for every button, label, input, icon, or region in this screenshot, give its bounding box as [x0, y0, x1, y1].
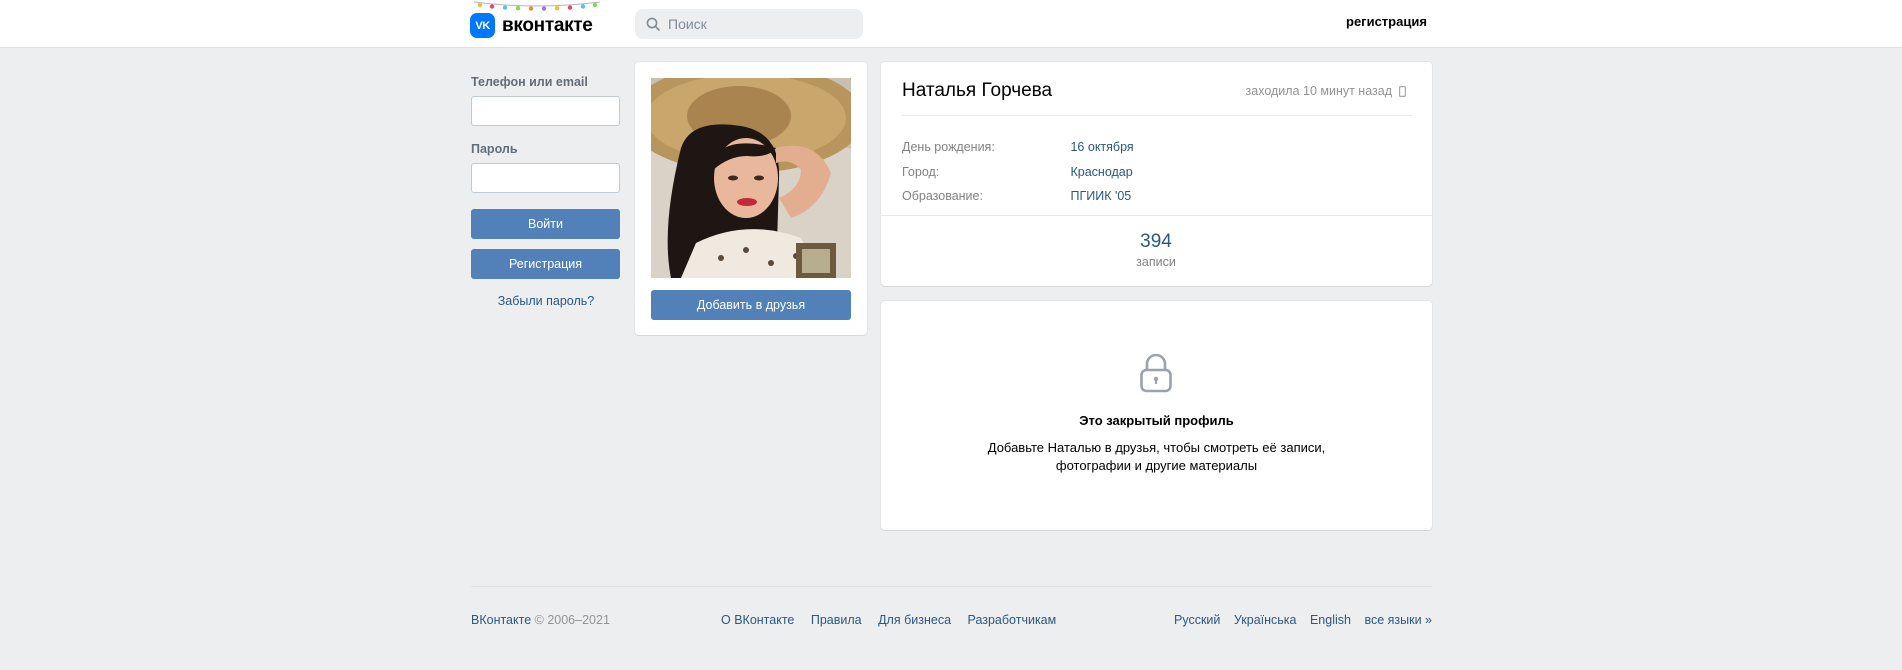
- closed-profile-card: Это закрытый профиль Добавьте Наталью в …: [881, 301, 1432, 530]
- detail-label: Образование:: [902, 189, 983, 203]
- password-label: Пароль: [471, 142, 518, 156]
- detail-row-city: Город: Краснодар: [902, 165, 1133, 179]
- mobile-icon: [1399, 85, 1406, 97]
- vk-logo-text: вконтакте: [502, 14, 593, 36]
- phone-email-field[interactable]: [471, 96, 620, 126]
- garland-decoration: [473, 1, 601, 11]
- detail-label: День рождения:: [902, 140, 995, 154]
- search-icon: [646, 17, 660, 31]
- search-box[interactable]: [635, 9, 863, 39]
- login-button[interactable]: Войти: [471, 209, 620, 239]
- register-button[interactable]: Регистрация: [471, 249, 620, 279]
- posts-counter[interactable]: 394 записи: [1111, 231, 1201, 269]
- detail-value-education[interactable]: ПГИИК '05: [1070, 189, 1131, 203]
- password-field[interactable]: [471, 163, 620, 193]
- last-seen-status: заходила 10 минут назад: [1246, 84, 1406, 98]
- profile-info-card: Наталья Горчева заходила 10 минут назад …: [881, 62, 1432, 286]
- footer-languages: Русский Українська English все языки »: [1164, 613, 1432, 627]
- posts-count: 394: [1140, 231, 1172, 252]
- closed-profile-text: Добавьте Наталью в друзья, чтобы смотрет…: [987, 440, 1326, 473]
- top-header: VK вконтакте регистрация: [0, 0, 1902, 48]
- lock-icon: [1140, 353, 1172, 393]
- lang-ukrainian[interactable]: Українська: [1234, 613, 1297, 627]
- footer-brand-link[interactable]: ВКонтакте: [471, 613, 531, 627]
- lang-all[interactable]: все языки »: [1364, 613, 1432, 627]
- closed-profile-title: Это закрытый профиль: [1079, 413, 1234, 428]
- divider: [881, 215, 1432, 216]
- footer-copyright: ВКонтакте © 2006–2021: [471, 613, 610, 627]
- profile-avatar[interactable]: [651, 78, 851, 278]
- detail-row-birthday: День рождения: 16 октября: [902, 140, 1134, 154]
- profile-name: Наталья Горчева: [902, 80, 1053, 101]
- avatar-photo: [651, 78, 851, 278]
- add-friend-button[interactable]: Добавить в друзья: [651, 290, 851, 320]
- lang-english[interactable]: English: [1310, 613, 1351, 627]
- header-register-link[interactable]: регистрация: [1346, 14, 1427, 29]
- posts-label: записи: [1136, 255, 1176, 269]
- detail-row-education: Образование: ПГИИК '05: [902, 189, 1131, 203]
- lang-russian[interactable]: Русский: [1174, 613, 1220, 627]
- phone-label: Телефон или email: [471, 75, 588, 89]
- footer-divider: [471, 586, 1432, 587]
- footer-link-developers[interactable]: Разработчикам: [968, 613, 1057, 627]
- divider: [902, 115, 1412, 116]
- login-form: Телефон или email Пароль Войти Регистрац…: [471, 75, 621, 308]
- search-input[interactable]: [668, 16, 848, 32]
- detail-label: Город:: [902, 165, 940, 179]
- footer-links: О ВКонтакте Правила Для бизнеса Разработ…: [721, 613, 1069, 627]
- copyright-text: © 2006–2021: [534, 613, 610, 627]
- last-seen-text: заходила 10 минут назад: [1245, 84, 1392, 98]
- footer-link-rules[interactable]: Правила: [811, 613, 862, 627]
- vk-logo[interactable]: VK вконтакте: [470, 13, 593, 38]
- footer-link-about[interactable]: О ВКонтакте: [721, 613, 794, 627]
- profile-photo-card: Добавить в друзья: [635, 62, 867, 335]
- detail-value-birthday[interactable]: 16 октября: [1070, 140, 1133, 154]
- vk-logo-icon: VK: [470, 13, 495, 38]
- detail-value-city[interactable]: Краснодар: [1070, 165, 1132, 179]
- footer-link-business[interactable]: Для бизнеса: [878, 613, 951, 627]
- forgot-password-link[interactable]: Забыли пароль?: [471, 294, 621, 308]
